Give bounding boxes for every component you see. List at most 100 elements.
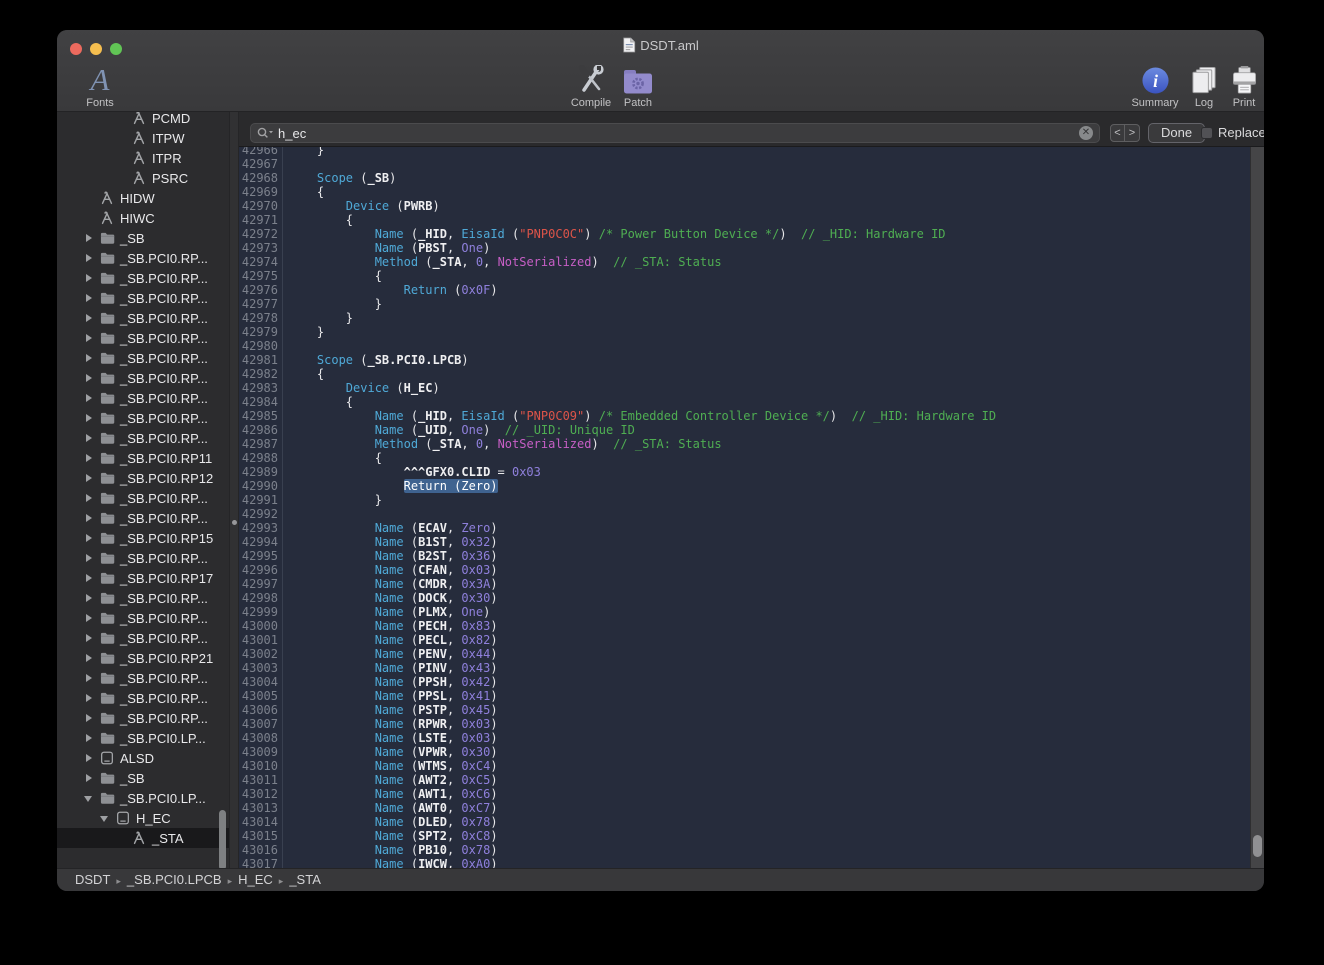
tree-item-sb-pci0-rp12[interactable]: _SB.PCI0.RP12 (57, 468, 229, 488)
disclosure-triangle[interactable] (82, 433, 98, 443)
tree-item-hiwc[interactable]: HIWC (57, 208, 229, 228)
breadcrumb-item[interactable]: DSDT (75, 872, 110, 887)
tree-item-sb-pci0-rp[interactable]: _SB.PCI0.RP... (57, 368, 229, 388)
disclosure-triangle[interactable] (82, 233, 98, 243)
find-next-button[interactable]: > (1125, 124, 1140, 142)
tree-item-sb-pci0-rp[interactable]: _SB.PCI0.RP... (57, 308, 229, 328)
disclosure-triangle[interactable] (82, 673, 98, 683)
tree-item-sb-pci0-rp[interactable]: _SB.PCI0.RP... (57, 508, 229, 528)
disclosure-triangle[interactable] (82, 333, 98, 343)
disclosure-triangle[interactable] (82, 473, 98, 483)
find-input[interactable]: h_ec ✕ (250, 123, 1100, 143)
tree-item-sb-pci0-rp[interactable]: _SB.PCI0.RP... (57, 708, 229, 728)
tree-item-sb-pci0-rp[interactable]: _SB.PCI0.RP... (57, 588, 229, 608)
disclosure-triangle[interactable] (82, 713, 98, 723)
breadcrumb-item[interactable]: H_EC (238, 872, 273, 887)
tree-item-itpr[interactable]: ITPR (57, 148, 229, 168)
tree-item-sb-pci0-rp[interactable]: _SB.PCI0.RP... (57, 428, 229, 448)
line-number: 43017 (239, 857, 283, 868)
replace-toggle[interactable]: Replace (1201, 125, 1264, 140)
tree-item-sb-pci0-lp[interactable]: _SB.PCI0.LP... (57, 728, 229, 748)
tree-item-sb-pci0-rp[interactable]: _SB.PCI0.RP... (57, 688, 229, 708)
disclosure-triangle[interactable] (82, 613, 98, 623)
disclosure-triangle[interactable] (82, 253, 98, 263)
tree-item-sb-pci0-rp[interactable]: _SB.PCI0.RP... (57, 608, 229, 628)
tree-item-sb-pci0-rp[interactable]: _SB.PCI0.RP... (57, 288, 229, 308)
tree-item-sb-pci0-rp[interactable]: _SB.PCI0.RP... (57, 408, 229, 428)
disclosure-triangle[interactable] (82, 413, 98, 423)
disclosure-triangle[interactable] (82, 513, 98, 523)
zoom-button[interactable] (110, 43, 122, 55)
disclosure-triangle[interactable] (82, 753, 98, 763)
tree-item-sb-pci0-rp21[interactable]: _SB.PCI0.RP21 (57, 648, 229, 668)
disclosure-triangle[interactable] (82, 293, 98, 303)
disclosure-triangle[interactable] (82, 533, 98, 543)
disclosure-triangle[interactable] (82, 773, 98, 783)
editor-scrollbar-thumb[interactable] (1253, 835, 1262, 857)
find-previous-button[interactable]: < (1110, 124, 1125, 142)
code-line: 42992 (239, 507, 1250, 521)
breadcrumb-item[interactable]: _STA (289, 872, 321, 887)
minimize-button[interactable] (90, 43, 102, 55)
disclosure-triangle[interactable] (82, 593, 98, 603)
disclosure-triangle[interactable] (82, 653, 98, 663)
disclosure-triangle[interactable] (82, 393, 98, 403)
sidebar-scrollbar-thumb[interactable] (219, 810, 226, 870)
disclosure-triangle[interactable] (82, 453, 98, 463)
disclosure-triangle[interactable] (82, 373, 98, 383)
tree-item-h-ec[interactable]: H_EC (57, 808, 229, 828)
search-menu-icon[interactable] (257, 127, 274, 139)
folder-icon (98, 609, 116, 627)
disclosure-triangle[interactable] (82, 553, 98, 563)
line-number: 43000 (239, 619, 283, 633)
disclosure-triangle[interactable] (82, 573, 98, 583)
code-editor[interactable]: 42966 }4296742968 Scope (_SB)42969 {4297… (239, 147, 1250, 868)
tree-item-sb-pci0-rp[interactable]: _SB.PCI0.RP... (57, 348, 229, 368)
disclosure-triangle[interactable] (82, 693, 98, 703)
tree-item-sb-pci0-rp[interactable]: _SB.PCI0.RP... (57, 328, 229, 348)
title-bar[interactable]: DSDT.aml (57, 30, 1264, 60)
code-line: 42979 } (239, 325, 1250, 339)
disclosure-triangle[interactable] (82, 493, 98, 503)
tree-item-psrc[interactable]: PSRC (57, 168, 229, 188)
done-button[interactable]: Done (1148, 123, 1205, 143)
tree-item-sta[interactable]: _STA (57, 828, 229, 848)
breadcrumb-item[interactable]: _SB.PCI0.LPCB (127, 872, 222, 887)
tree-item-sb-pci0-rp11[interactable]: _SB.PCI0.RP11 (57, 448, 229, 468)
disclosure-triangle[interactable] (82, 313, 98, 323)
disclosure-triangle[interactable] (82, 273, 98, 283)
replace-checkbox[interactable] (1201, 127, 1213, 139)
tree-item-sb-pci0-rp[interactable]: _SB.PCI0.RP... (57, 548, 229, 568)
sidebar-tree[interactable]: PCMDITPWITPRPSRCHIDWHIWC_SB_SB.PCI0.RP..… (57, 112, 229, 850)
split-divider[interactable] (229, 112, 239, 868)
disclosure-triangle[interactable] (82, 793, 98, 803)
tree-item-sb-pci0-rp17[interactable]: _SB.PCI0.RP17 (57, 568, 229, 588)
disclosure-triangle[interactable] (82, 353, 98, 363)
disclosure-triangle[interactable] (98, 813, 114, 823)
tree-item-pcmd[interactable]: PCMD (57, 112, 229, 128)
clear-search-button[interactable]: ✕ (1079, 126, 1093, 140)
tree-item-sb-pci0-rp[interactable]: _SB.PCI0.RP... (57, 668, 229, 688)
patch-button[interactable]: Patch (603, 64, 673, 109)
close-button[interactable] (70, 43, 82, 55)
code-line: 42993 Name (ECAV, Zero) (239, 521, 1250, 535)
tree-item-sb[interactable]: _SB (57, 768, 229, 788)
disclosure-triangle[interactable] (82, 733, 98, 743)
disclosure-triangle[interactable] (82, 633, 98, 643)
code-line: 42999 Name (PLMX, One) (239, 605, 1250, 619)
tree-item-sb-pci0-rp[interactable]: _SB.PCI0.RP... (57, 248, 229, 268)
tree-item-sb-pci0-rp[interactable]: _SB.PCI0.RP... (57, 388, 229, 408)
tree-item-sb[interactable]: _SB (57, 228, 229, 248)
print-button[interactable]: Print (1209, 64, 1264, 109)
fonts-button[interactable]: A Fonts (65, 64, 135, 109)
tree-item-hidw[interactable]: HIDW (57, 188, 229, 208)
tree-item-alsd[interactable]: ALSD (57, 748, 229, 768)
tree-item-sb-pci0-rp15[interactable]: _SB.PCI0.RP15 (57, 528, 229, 548)
tree-item-sb-pci0-rp[interactable]: _SB.PCI0.RP... (57, 488, 229, 508)
editor-scrollbar-track[interactable] (1250, 147, 1264, 868)
tree-item-sb-pci0-lp[interactable]: _SB.PCI0.LP... (57, 788, 229, 808)
tree-item-sb-pci0-rp[interactable]: _SB.PCI0.RP... (57, 628, 229, 648)
tree-item-itpw[interactable]: ITPW (57, 128, 229, 148)
tree-item-sb-pci0-rp[interactable]: _SB.PCI0.RP... (57, 268, 229, 288)
line-number: 42987 (239, 437, 283, 451)
